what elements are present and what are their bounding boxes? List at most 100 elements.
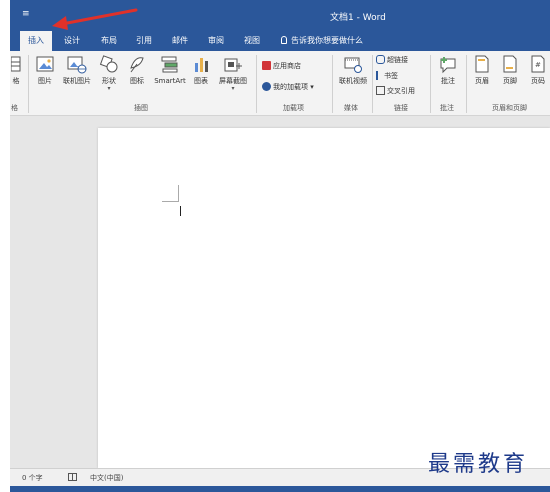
group-separator: [28, 55, 29, 113]
comment-button[interactable]: 批注: [434, 54, 462, 86]
text-cursor: [180, 206, 181, 216]
bookmark-button[interactable]: 书签: [376, 71, 398, 81]
tab-layout[interactable]: 布局: [101, 35, 117, 46]
group-label-tables: 格: [11, 104, 18, 112]
page-number-icon: #: [531, 55, 545, 73]
icons-icon: [130, 57, 144, 73]
cross-reference-button[interactable]: 交叉引用: [376, 86, 415, 96]
annotation-arrow: [52, 8, 138, 30]
language-indicator[interactable]: 中文(中国): [90, 473, 123, 483]
header-icon: [475, 55, 489, 73]
online-video-button[interactable]: 联机视频: [336, 54, 370, 86]
screenshot-label: 屏幕截图: [219, 77, 247, 85]
online-video-icon: [344, 57, 362, 73]
hyperlink-icon: [376, 55, 385, 64]
window-bottom-border: [10, 486, 550, 492]
group-separator: [372, 55, 373, 113]
picture-icon: [36, 56, 54, 72]
tab-view[interactable]: 视图: [244, 35, 260, 46]
footer-icon: [503, 55, 517, 73]
margin-corner-mark: [178, 185, 179, 202]
online-picture-button[interactable]: 联机图片: [60, 54, 94, 86]
header-button[interactable]: 页眉: [470, 54, 494, 86]
group-label-header-footer: 页眉和页脚: [492, 104, 527, 112]
my-addins-label: 我的加载项: [273, 83, 308, 91]
left-margin-strip: [0, 0, 10, 492]
word-count[interactable]: 0 个字: [22, 473, 43, 483]
comment-label: 批注: [441, 77, 455, 85]
ribbon: 格 图片 联机图片 形状 ▾ 图标 SmartArt 图表 屏幕截图 ▾ 应用商…: [10, 51, 550, 116]
online-video-label: 联机视频: [339, 77, 367, 85]
shapes-icon: [99, 55, 118, 73]
ribbon-tabs: 插入 设计 布局 引用 邮件 审阅 视图 告诉我你想要做什么: [10, 31, 550, 51]
tab-insert[interactable]: 插入: [20, 31, 52, 51]
group-separator: [430, 55, 431, 113]
table-label: 格: [12, 77, 20, 85]
group-label-links: 链接: [394, 104, 408, 112]
proofing-book-icon: [68, 473, 77, 481]
smartart-button[interactable]: SmartArt: [152, 54, 188, 85]
icons-button[interactable]: 图标: [126, 54, 148, 86]
shapes-button[interactable]: 形状 ▾: [98, 54, 120, 92]
window-title: 文档1 - Word: [330, 13, 386, 23]
screenshot-button[interactable]: 屏幕截图 ▾: [216, 54, 250, 92]
proofing-icon[interactable]: [68, 473, 78, 484]
group-label-comments: 批注: [440, 104, 454, 112]
page-number-button[interactable]: # 页码: [526, 54, 550, 86]
tab-review[interactable]: 审阅: [208, 35, 224, 46]
hyperlink-label: 超链接: [387, 56, 408, 64]
hyperlink-button[interactable]: 超链接: [376, 55, 408, 65]
group-label-illustrations: 插图: [134, 104, 148, 112]
picture-button[interactable]: 图片: [34, 54, 56, 86]
group-label-media: 媒体: [344, 104, 358, 112]
comment-icon: [440, 57, 456, 74]
page-number-label: 页码: [531, 77, 545, 85]
table-icon: [11, 56, 21, 72]
online-picture-icon: [67, 56, 87, 74]
footer-button[interactable]: 页脚: [498, 54, 522, 86]
svg-text:#: #: [535, 61, 541, 69]
table-button[interactable]: 格: [10, 54, 22, 86]
tab-references[interactable]: 引用: [136, 35, 152, 46]
bookmark-icon: [376, 71, 382, 80]
icons-label: 图标: [130, 77, 144, 85]
screenshot-icon: [224, 58, 242, 72]
tell-me-search[interactable]: 告诉我你想要做什么: [281, 35, 363, 46]
lightbulb-icon: [281, 36, 287, 44]
my-addins-dropdown-icon: ▾: [310, 83, 314, 91]
word-window: ≡ 文档1 - Word 插入 设计 布局 引用 邮件 审阅 视图 告诉我你想要…: [10, 0, 550, 492]
screenshot-dropdown-icon: ▾: [231, 85, 235, 92]
document-area: [10, 116, 550, 468]
margin-corner-mark: [162, 201, 178, 202]
online-picture-label: 联机图片: [63, 77, 91, 85]
group-separator: [466, 55, 467, 113]
group-separator: [332, 55, 333, 113]
chart-button[interactable]: 图表: [192, 54, 210, 86]
my-addins-button[interactable]: 我的加载项 ▾: [262, 82, 314, 92]
document-page[interactable]: [98, 128, 550, 468]
shapes-dropdown-icon: ▾: [107, 85, 111, 92]
title-bar: ≡ 文档1 - Word: [10, 0, 550, 31]
cross-reference-icon: [376, 86, 385, 95]
smartart-label: SmartArt: [154, 77, 186, 85]
footer-label: 页脚: [503, 77, 517, 85]
picture-label: 图片: [38, 77, 52, 85]
tab-mailings[interactable]: 邮件: [172, 35, 188, 46]
store-label: 应用商店: [273, 62, 301, 70]
tell-me-text: 告诉我你想要做什么: [291, 36, 363, 45]
watermark-text: 最需教育: [428, 452, 529, 477]
store-icon: [262, 61, 271, 70]
shapes-label: 形状: [102, 77, 116, 85]
store-button[interactable]: 应用商店: [262, 61, 301, 71]
header-label: 页眉: [475, 77, 489, 85]
chart-label: 图表: [194, 77, 208, 85]
my-addins-icon: [262, 82, 271, 91]
tab-design[interactable]: 设计: [64, 35, 80, 46]
bookmark-label: 书签: [384, 72, 398, 80]
cross-reference-label: 交叉引用: [387, 87, 415, 95]
group-separator: [256, 55, 257, 113]
smartart-icon: [161, 56, 178, 73]
chart-icon: [195, 58, 208, 72]
group-label-addins: 加载项: [283, 104, 304, 112]
quick-access-menu-icon[interactable]: ≡: [22, 9, 30, 19]
